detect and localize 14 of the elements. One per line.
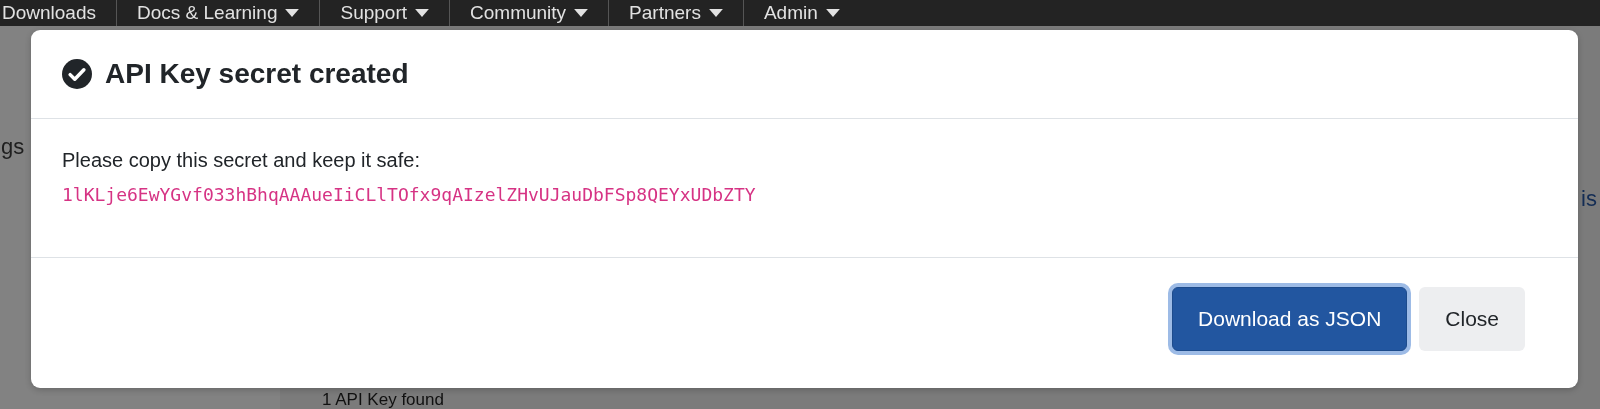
- result-count: 1 API Key found: [322, 390, 444, 409]
- nav-menu-item[interactable]: Partners: [609, 2, 743, 24]
- secret-key: 1lKLje6EwYGvf033hBhqAAAueIiCLlTOfx9qAIzelZHvUJauDbFSp8QEYxUDbZTY: [62, 184, 1547, 205]
- nav-menu-item[interactable]: Community: [450, 2, 609, 24]
- nav-menu-item[interactable]: Support: [320, 2, 449, 24]
- link-text: is: [1581, 186, 1597, 212]
- nav-menu-item[interactable]: Downloads: [0, 2, 116, 24]
- nav-menu-item[interactable]: Admin: [743, 2, 860, 24]
- sidebar-text: gs: [1, 134, 25, 160]
- modal-title: API Key secret created: [105, 58, 409, 90]
- nav-menu-item[interactable]: Docs & Learning: [117, 2, 320, 24]
- message-text: Please copy this secret and keep it safe:: [62, 149, 421, 172]
- close-button[interactable]: Close: [1419, 287, 1525, 351]
- check-circle-icon: [62, 59, 92, 89]
